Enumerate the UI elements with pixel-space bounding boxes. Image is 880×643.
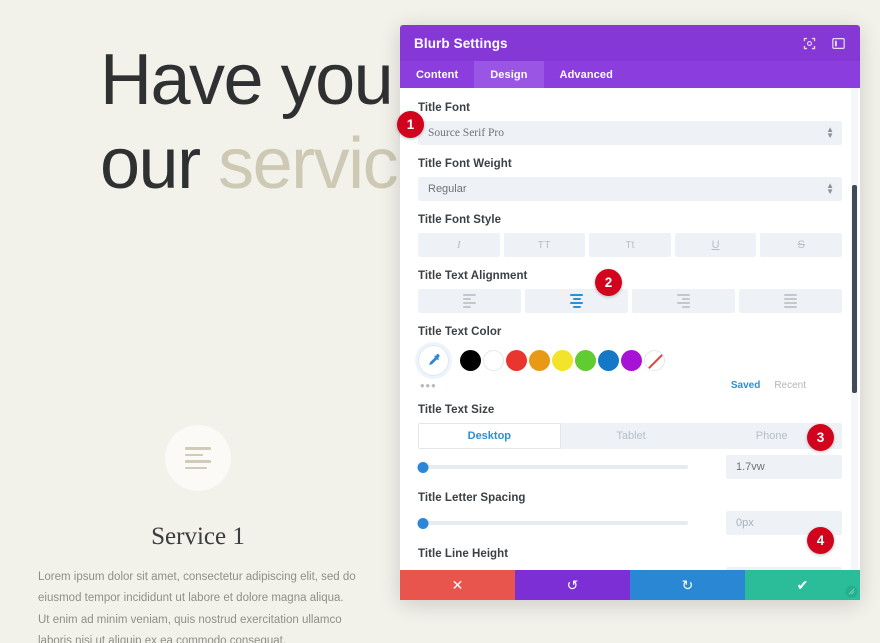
title-text-size-slider[interactable] — [417, 459, 688, 475]
title-letter-spacing-label: Title Letter Spacing — [418, 492, 526, 504]
font-style-smallcaps-button[interactable]: Tt — [589, 233, 671, 257]
title-font-value: Source Serif Pro — [428, 127, 505, 139]
step-badge-1: 1 — [397, 111, 424, 138]
font-style-italic-button[interactable]: I — [418, 233, 500, 257]
slider-thumb[interactable] — [417, 461, 429, 473]
title-text-size-value: 1.7vw — [736, 461, 765, 473]
device-tab-desktop[interactable]: Desktop — [418, 423, 561, 449]
title-font-weight-value: Regular — [428, 183, 467, 195]
chevron-updown-icon: ▲ ▼ — [826, 125, 834, 140]
modal-scrollbar[interactable] — [851, 88, 858, 570]
blurb-title: Service 1 — [151, 523, 245, 550]
field-title-line-height: Title Line Height 1.9em — [418, 548, 842, 570]
title-font-style-group: I TT Tt U S — [418, 233, 842, 257]
title-text-alignment-group — [418, 289, 842, 313]
title-text-size-slider-row: 1.7vw — [417, 455, 842, 479]
modal-body: Title Font Source Serif Pro ▲ ▼ Title Fon… — [400, 88, 860, 570]
title-font-label: Title Font — [418, 102, 471, 114]
undo-icon: ↺ — [566, 576, 579, 593]
device-tab-tablet[interactable]: Tablet — [561, 423, 702, 449]
align-right-icon — [677, 293, 690, 309]
device-tab-group: Desktop Tablet Phone — [418, 423, 842, 449]
title-letter-spacing-slider-row: 0px — [417, 511, 842, 535]
cancel-button[interactable]: ✕ — [400, 570, 515, 600]
field-title-font-style: Title Font Style I TT Tt U S — [418, 214, 842, 257]
field-title-letter-spacing: Title Letter Spacing 0px — [417, 492, 842, 535]
modal-header[interactable]: Blurb Settings — [400, 25, 860, 61]
swatch-purple[interactable] — [621, 350, 642, 371]
tab-content[interactable]: Content — [400, 61, 474, 88]
scrollbar-thumb[interactable] — [852, 185, 857, 393]
font-style-underline-button[interactable]: U — [674, 233, 757, 257]
resize-handle-icon[interactable] — [845, 585, 858, 598]
text-lines-icon — [165, 425, 231, 491]
slider-track — [418, 521, 688, 525]
service-blurb-module[interactable]: Service 1 Lorem ipsum dolor sit amet, co… — [38, 425, 358, 643]
align-left-button[interactable] — [418, 289, 521, 313]
modal-title: Blurb Settings — [414, 35, 508, 51]
chevron-updown-icon: ▲ ▼ — [826, 181, 834, 196]
eyedropper-icon[interactable] — [418, 345, 449, 376]
swatch-white[interactable] — [483, 350, 504, 371]
title-line-height-label: Title Line Height — [418, 548, 509, 560]
step-badge-3: 3 — [807, 424, 834, 451]
modal-footer: ✕ ↺ ↻ ✔ — [400, 570, 860, 600]
font-style-strikethrough-button[interactable]: S — [760, 233, 842, 257]
title-font-style-label: Title Font Style — [418, 214, 502, 226]
save-button[interactable]: ✔ — [745, 570, 860, 600]
align-justify-icon — [784, 293, 797, 309]
undo-button[interactable]: ↺ — [515, 570, 630, 600]
title-letter-spacing-placeholder: 0px — [736, 517, 754, 529]
hero-heading: Have you s our service — [100, 38, 447, 206]
redo-button[interactable]: ↻ — [630, 570, 745, 600]
saved-colors-tab[interactable]: Saved — [731, 380, 760, 391]
title-text-size-label: Title Text Size — [418, 404, 495, 416]
tab-design[interactable]: Design — [474, 61, 544, 88]
swatch-black[interactable] — [460, 350, 481, 371]
fullscreen-icon[interactable] — [802, 36, 817, 51]
color-swatch-row — [418, 345, 842, 376]
title-font-weight-select[interactable]: Regular ▲ ▼ — [418, 177, 842, 201]
blurb-settings-modal: Blurb Settings Content Design Advanced T… — [400, 25, 860, 600]
redo-icon: ↻ — [681, 576, 694, 593]
title-text-color-label: Title Text Color — [418, 326, 502, 338]
align-justify-button[interactable] — [739, 289, 842, 313]
check-icon: ✔ — [796, 576, 809, 593]
tab-advanced[interactable]: Advanced — [544, 61, 629, 88]
modal-tabs: Content Design Advanced — [400, 61, 860, 88]
more-colors-button[interactable]: ••• — [420, 379, 460, 392]
swatch-red[interactable] — [506, 350, 527, 371]
field-title-text-size: Title Text Size Desktop Tablet Phone 1.7… — [417, 404, 842, 479]
blurb-body-text: Lorem ipsum dolor sit amet, consectetur … — [38, 571, 356, 643]
color-meta-row: ••• Saved Recent — [418, 379, 842, 392]
close-icon: ✕ — [451, 576, 464, 593]
font-style-uppercase-button[interactable]: TT — [503, 233, 586, 257]
field-title-font-weight: Title Font Weight Regular ▲ ▼ — [418, 158, 842, 201]
align-left-icon — [463, 293, 476, 309]
panel-layout-icon[interactable] — [831, 36, 846, 51]
title-font-weight-label: Title Font Weight — [418, 158, 512, 170]
step-badge-2: 2 — [595, 269, 622, 296]
title-text-size-input[interactable]: 1.7vw — [726, 455, 842, 479]
field-title-font: Title Font Source Serif Pro ▲ ▼ — [418, 102, 842, 145]
field-title-text-alignment: Title Text Alignment — [418, 270, 842, 313]
swatch-yellow[interactable] — [552, 350, 573, 371]
slider-track — [418, 465, 688, 469]
slider-thumb[interactable] — [417, 517, 429, 529]
title-letter-spacing-slider[interactable] — [417, 515, 688, 531]
title-font-select[interactable]: Source Serif Pro ▲ ▼ — [418, 121, 842, 145]
modal-header-icons — [802, 36, 846, 51]
align-right-button[interactable] — [632, 289, 735, 313]
swatch-orange[interactable] — [529, 350, 550, 371]
align-center-icon — [570, 293, 583, 309]
swatch-transparent[interactable] — [644, 350, 665, 371]
hero-heading-line-1: Have you s — [100, 40, 447, 120]
swatch-blue[interactable] — [598, 350, 619, 371]
hero-heading-line-2-dark: our — [100, 124, 219, 205]
swatch-green[interactable] — [575, 350, 596, 371]
step-badge-4: 4 — [807, 527, 834, 554]
recent-colors-tab[interactable]: Recent — [774, 380, 806, 391]
field-title-text-color: Title Text Color ••• Saved Recent — [418, 326, 842, 392]
title-text-alignment-label: Title Text Alignment — [418, 270, 528, 282]
